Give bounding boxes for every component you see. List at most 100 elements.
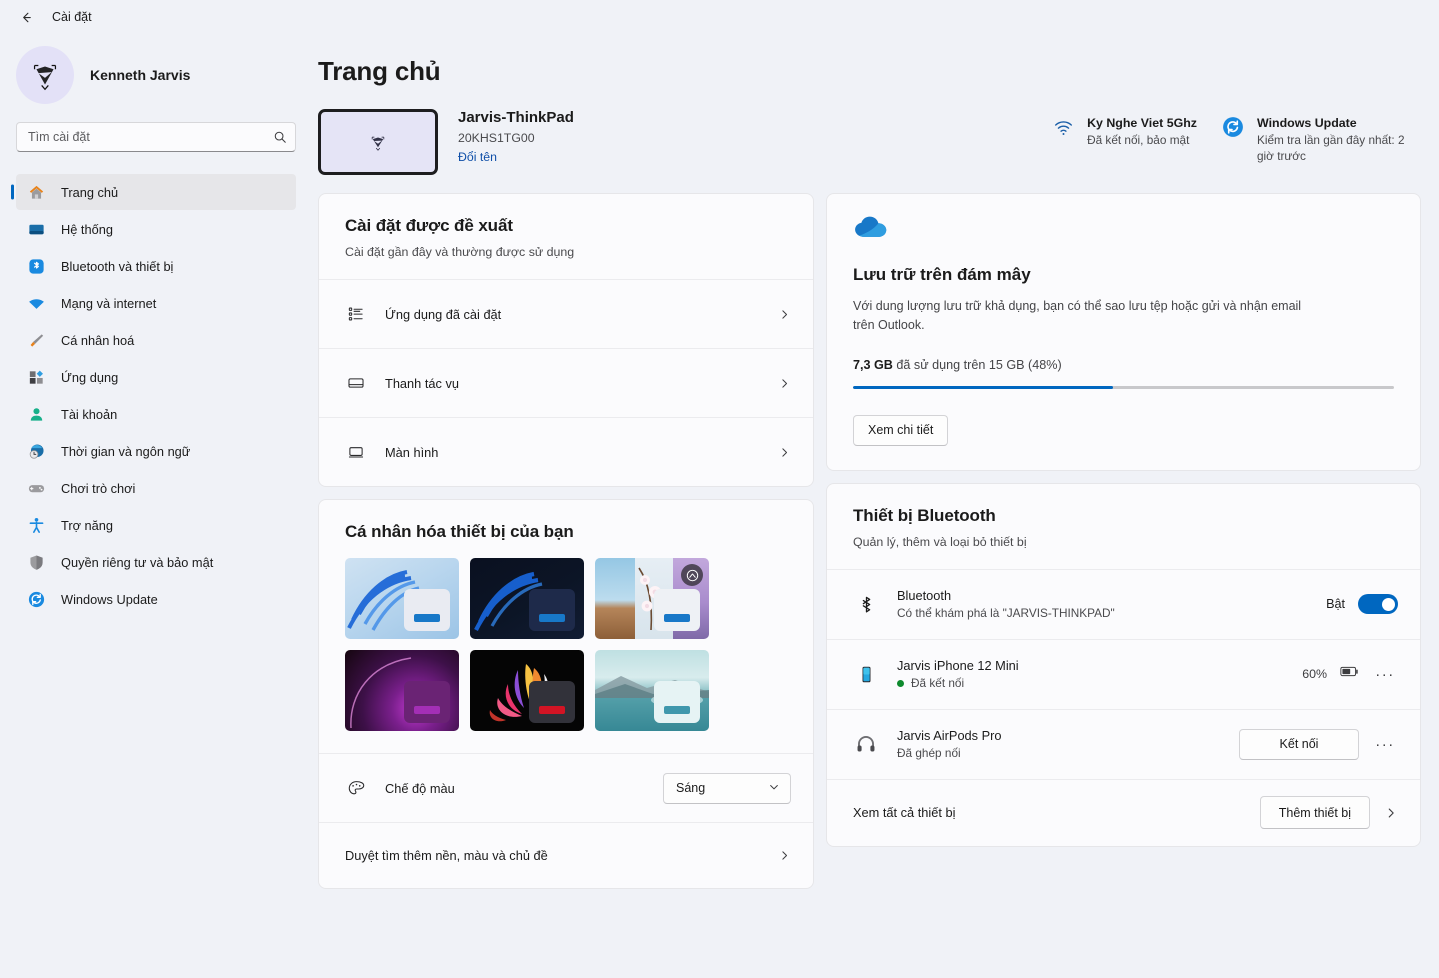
clock-globe-icon: [26, 441, 46, 461]
theme-windows-light-bloom[interactable]: [345, 558, 459, 639]
sidebar-item-personalization[interactable]: Cá nhân hoá: [16, 322, 296, 358]
sidebar-item-gaming[interactable]: Chơi trò chơi: [16, 470, 296, 506]
sidebar-item-privacy-security[interactable]: Quyền riêng tư và bảo mật: [16, 544, 296, 580]
sidebar-item-label: Chơi trò chơi: [61, 480, 136, 496]
sidebar-item-label: Mạng và internet: [61, 295, 157, 311]
update-title: Windows Update: [1257, 116, 1357, 130]
sidebar: Kenneth Jarvis Trang chủ: [0, 34, 312, 978]
device-serial: 20KHS1TG00: [458, 130, 535, 145]
sidebar-item-network[interactable]: Mạng và internet: [16, 285, 296, 321]
user-avatar-logo: [16, 46, 74, 104]
app-list-icon: [345, 303, 367, 325]
windows-update-status[interactable]: Windows Update Kiểm tra lần gần đây nhất…: [1221, 115, 1421, 165]
recommended-row-taskbar[interactable]: Thanh tác vụ: [319, 348, 813, 417]
device-name: Jarvis AirPods Pro: [897, 728, 1002, 744]
bluetooth-header: Thiết bị Bluetooth Quản lý, thêm và loại…: [827, 484, 1420, 569]
apps-icon: [26, 367, 46, 387]
device-status: Đã kết nối: [897, 676, 1019, 690]
display-monitor-icon: [345, 441, 367, 463]
cloud-storage-card: Lưu trữ trên đám mây Với dung lượng lưu …: [826, 193, 1421, 471]
theme-sync-badge: [681, 564, 703, 586]
palette-icon: [345, 777, 367, 799]
update-last-check: Kiểm tra lần gần đây nhất: 2 giờ trước: [1257, 133, 1405, 164]
recommended-header: Cài đặt được đề xuất Cài đặt gần đây và …: [319, 194, 813, 279]
bluetooth-devices-card: Thiết bị Bluetooth Quản lý, thêm và loại…: [826, 482, 1421, 847]
sidebar-item-home[interactable]: Trang chủ: [16, 174, 296, 210]
rename-device-link[interactable]: Đổi tên: [458, 150, 574, 164]
headphones-icon: [853, 731, 879, 757]
bluetooth-device-airpods[interactable]: Jarvis AirPods Pro Đã ghép nối Kết nối ·…: [827, 708, 1420, 779]
recommended-row-display[interactable]: Màn hình: [319, 417, 813, 486]
profile-section[interactable]: Kenneth Jarvis: [16, 34, 296, 122]
browse-themes-row[interactable]: Duyệt tìm thêm nền, màu và chủ đề: [319, 822, 813, 888]
device-wallpaper-logo[interactable]: [318, 109, 438, 175]
update-sync-icon: [1221, 115, 1245, 139]
color-mode-select[interactable]: Sáng: [663, 772, 791, 804]
chevron-right-icon: [778, 308, 791, 321]
view-details-button[interactable]: Xem chi tiết: [853, 414, 949, 446]
color-mode-row[interactable]: Chế độ màu Sáng: [319, 753, 813, 822]
recommended-row-installed-apps[interactable]: Ứng dụng đã cài đặt: [319, 279, 813, 348]
more-options-icon[interactable]: ···: [1372, 731, 1398, 757]
device-battery-percent: 60%: [1302, 667, 1327, 682]
personalize-header: Cá nhân hóa thiết bị của bạn: [319, 500, 813, 558]
sidebar-item-bluetooth[interactable]: Bluetooth và thiết bị: [16, 248, 296, 284]
search-input[interactable]: [16, 122, 296, 152]
toggle-knob: [1382, 597, 1395, 611]
chevron-right-icon[interactable]: [1384, 806, 1398, 820]
connected-dot-icon: [897, 679, 904, 687]
connect-button[interactable]: Kết nối: [1239, 728, 1359, 760]
bluetooth-icon: [26, 256, 46, 276]
sidebar-item-time-language[interactable]: Thời gian và ngôn ngữ: [16, 433, 296, 469]
bluetooth-state-label: Bật: [1326, 597, 1345, 612]
bluetooth-toggle-row[interactable]: Bluetooth Có thể khám phá là "JARVIS-THI…: [827, 568, 1420, 639]
sidebar-nav: Trang chủ Hệ thống Bluetooth và thiết bị…: [16, 174, 296, 617]
main-content: Trang chủ Jarvis-ThinkPad 20KHS1TG00 Đổi…: [312, 34, 1439, 978]
theme-mountain-lake[interactable]: [595, 650, 709, 731]
bluetooth-icon: [853, 591, 879, 617]
sidebar-item-system[interactable]: Hệ thống: [16, 211, 296, 247]
row-label: Thanh tác vụ: [385, 375, 459, 391]
bluetooth-device-iphone[interactable]: Jarvis iPhone 12 Mini Đã kết nối 60% ···: [827, 638, 1420, 709]
theme-nature-landscape-blossom[interactable]: [595, 558, 709, 639]
page-title: Trang chủ: [318, 56, 441, 86]
color-mode-label: Chế độ màu: [385, 780, 455, 796]
bluetooth-toggle[interactable]: [1358, 594, 1398, 615]
more-options-icon[interactable]: ···: [1372, 661, 1398, 687]
cloud-title: Lưu trữ trên đám mây: [853, 265, 1031, 284]
device-status-text: Đã ghép nối: [897, 746, 961, 761]
theme-colorful-flower[interactable]: [470, 650, 584, 731]
chevron-right-icon: [778, 849, 791, 862]
theme-purple-glow[interactable]: [345, 650, 459, 731]
browse-themes-label: Duyệt tìm thêm nền, màu và chủ đề: [345, 848, 548, 863]
search-icon[interactable]: [271, 128, 289, 146]
network-status[interactable]: Ky Nghe Viet 5Ghz Đã kết nối, bảo mật: [1051, 115, 1197, 165]
recommended-title: Cài đặt được đề xuất: [345, 216, 513, 235]
onedrive-cloud-icon: [853, 214, 1394, 245]
device-status-text: Đã kết nối: [911, 676, 965, 691]
sidebar-item-accessibility[interactable]: Trợ năng: [16, 507, 296, 543]
add-device-button[interactable]: Thêm thiết bị: [1259, 796, 1370, 830]
cloud-usage-text: 7,3 GB đã sử dụng trên 15 GB (48%): [853, 358, 1394, 372]
row-label: Màn hình: [385, 444, 439, 460]
sidebar-item-windows-update[interactable]: Windows Update: [16, 581, 296, 617]
cloud-storage-progress: [853, 385, 1394, 389]
account-person-icon: [26, 404, 46, 424]
view-all-devices-link[interactable]: Xem tất cả thiết bị: [853, 805, 955, 820]
wifi-icon: [26, 293, 46, 313]
theme-preview-window: [404, 681, 450, 723]
sidebar-item-label: Ứng dụng: [61, 369, 119, 385]
status-indicators: Ky Nghe Viet 5Ghz Đã kết nối, bảo mật Wi…: [1051, 109, 1421, 165]
title-bar: Cài đặt: [0, 0, 1439, 34]
theme-windows-dark-bloom[interactable]: [470, 558, 584, 639]
back-arrow-icon[interactable]: [14, 5, 38, 29]
network-state: Đã kết nối, bảo mật: [1087, 133, 1190, 148]
theme-preview-window: [404, 589, 450, 631]
battery-icon: [1340, 665, 1359, 683]
shield-icon: [26, 552, 46, 572]
update-sync-icon: [26, 589, 46, 609]
search-container: [16, 122, 296, 152]
sidebar-item-apps[interactable]: Ứng dụng: [16, 359, 296, 395]
bluetooth-title: Thiết bị Bluetooth: [853, 505, 996, 525]
sidebar-item-accounts[interactable]: Tài khoản: [16, 396, 296, 432]
